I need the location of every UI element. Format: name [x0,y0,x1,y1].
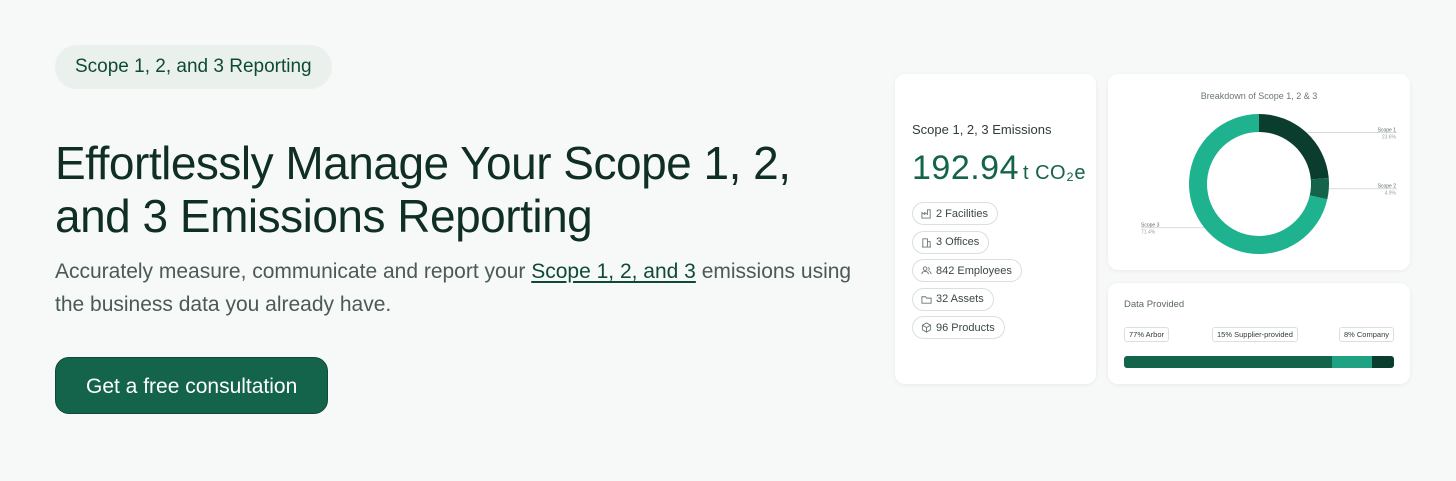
bar-segment [1124,356,1332,368]
scope-link[interactable]: Scope 1, 2, and 3 [531,260,696,283]
source-tag-arbor: 77% Arbor [1124,327,1170,342]
emissions-value-row: 192.94 t CO₂e [912,149,1096,188]
bar-segment [1331,356,1373,368]
source-tag-company: 8% Company [1338,327,1394,342]
emissions-value: 192.94 [912,149,1019,187]
hero-subtext: Accurately measure, communicate and repo… [55,255,855,321]
breakdown-card: Breakdown of Scope 1, 2 & 3 Scope 1 23.6%… [1108,74,1410,270]
chip-products: 96 Products [912,316,1005,339]
donut-label: Scope 2 [1378,184,1397,190]
chip-assets: 32 Assets [912,287,994,311]
subtext-before: Accurately measure, communicate and repo… [55,260,532,283]
chip-label: 32 Assets [936,293,984,305]
chip-offices: 3 Offices [912,230,990,254]
category-badge: Scope 1, 2, and 3 Reporting [55,45,332,89]
chip-label: 2 Facilities [936,207,988,220]
building-icon [921,237,932,248]
donut-value-label: 4.9% [1385,191,1397,197]
page-headline: Effortlessly Manage Your Scope 1, 2, and… [55,137,791,242]
emissions-title: Scope 1, 2, 3 Emissions [912,122,1052,137]
donut-label: Scope 3 [1141,223,1160,229]
data-provided-bar [1124,356,1394,368]
people-icon [921,266,932,275]
scope-donut-chart: Scope 123.6% Scope 24.9% Scope 371.4% [1141,114,1397,254]
donut-label: Scope 1 [1378,127,1397,133]
data-provided-title: Data Provided [1124,299,1185,310]
emissions-card: Scope 1, 2, 3 Emissions 192.94 t CO₂e 2 F… [895,74,1096,384]
hero-section: Scope 1, 2, and 3 Reporting Effortlessly… [55,45,855,414]
chip-facilities: 2 Facilities [912,202,998,225]
factory-icon [921,209,931,219]
chip-employees: 842 Employees [912,259,1022,282]
bar-segment [1372,356,1394,368]
data-provided-labels: 77% Arbor 15% Supplier-provided 8% Compa… [1124,327,1394,343]
free-consultation-button[interactable]: Get a free consultation [55,357,329,414]
folder-icon [921,295,932,304]
data-provided-card: Data Provided 77% Arbor 15% Supplier-pro… [1108,283,1410,384]
donut-value-label: 23.6% [1382,134,1397,140]
box-icon [921,322,932,333]
source-tag-supplier: 15% Supplier-provided [1212,327,1298,342]
emissions-unit: t CO₂e [1023,162,1086,184]
emissions-chip-list: 2 Facilities 3 Offices 842 Employees 32 … [912,202,1096,339]
chip-label: 3 Offices [936,236,980,248]
donut-value-label: 71.4% [1141,230,1156,236]
chip-label: 842 Employees [936,264,1012,277]
donut-slice-scope-1 [1259,114,1329,180]
chip-label: 96 Products [936,321,995,334]
